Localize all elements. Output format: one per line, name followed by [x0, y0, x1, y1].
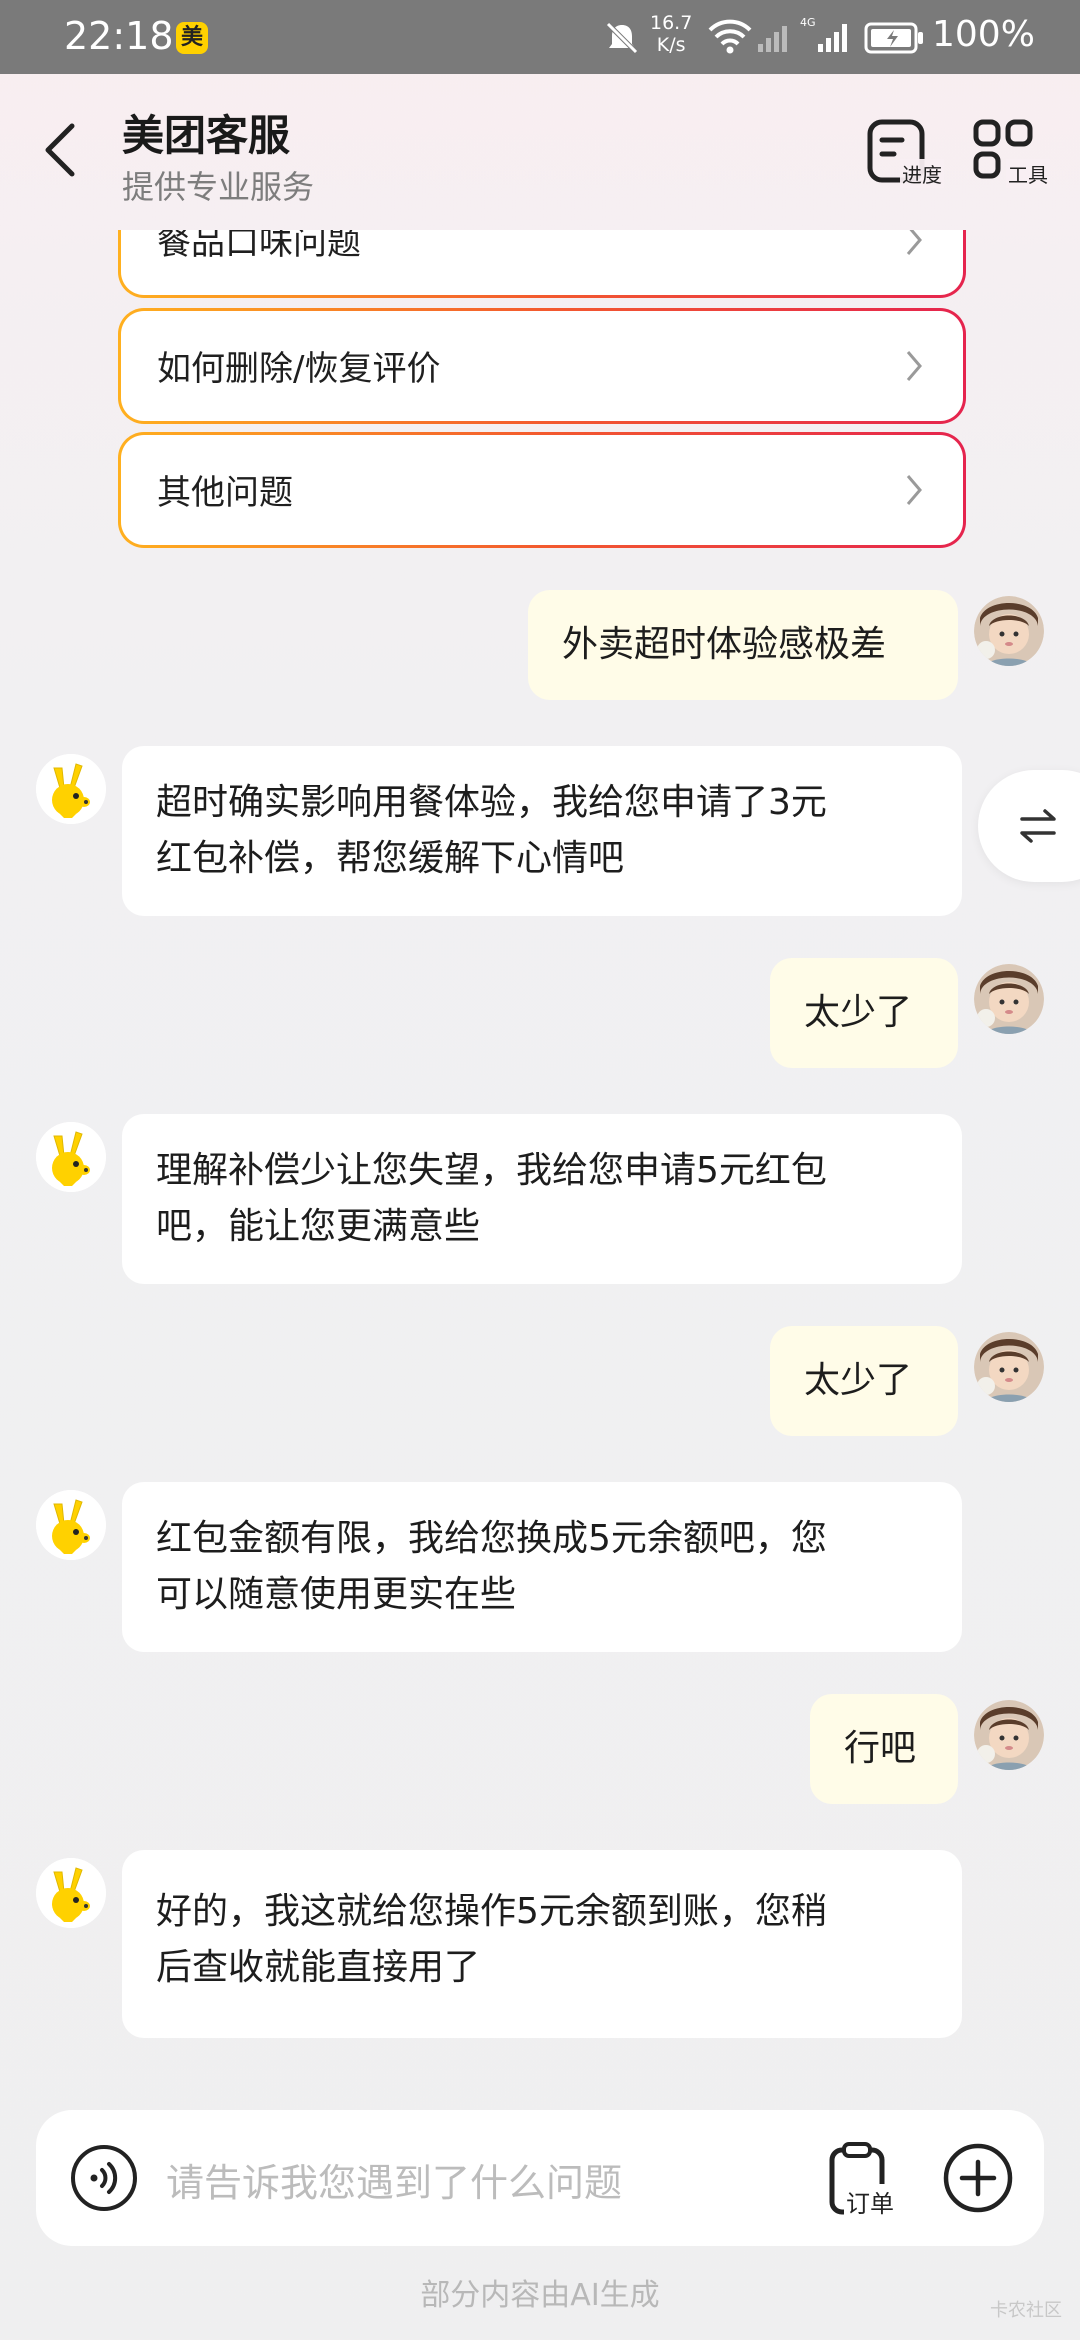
user-avatar[interactable] — [974, 964, 1044, 1034]
bot-message-bubble: 好的，我这就给您操作5元余额到账，您稍 后查收就能直接用了 — [122, 1850, 962, 2038]
mute-icon — [606, 22, 638, 54]
order-label: 订单 — [844, 2184, 896, 2219]
bot-message-bubble: 超时确实影响用餐体验，我给您申请了3元 红包补偿，帮您缓解下心情吧 — [122, 746, 962, 916]
bot-avatar — [36, 754, 106, 824]
order-button[interactable]: 订单 — [826, 2140, 906, 2220]
message-line: 理解补偿少让您失望，我给您申请5元红包 — [156, 1150, 827, 1191]
option-other-issue[interactable]: 其他问题 — [118, 432, 966, 548]
progress-button[interactable]: 进度 — [864, 118, 944, 188]
tools-button[interactable]: 工具 — [970, 118, 1050, 188]
chevron-right-icon — [906, 230, 922, 255]
status-time: 22:18 — [64, 14, 174, 58]
add-plus-icon[interactable] — [942, 2142, 1014, 2214]
message-line: 超时确实影响用餐体验，我给您申请了3元 — [156, 782, 827, 823]
user-message-bubble: 太少了 — [770, 958, 958, 1068]
message-text: 行吧 — [844, 1728, 917, 1769]
option-label: 餐品口味问题 — [157, 230, 361, 263]
signal-1-icon — [758, 26, 787, 52]
user-avatar[interactable] — [974, 1332, 1044, 1402]
bot-avatar — [36, 1490, 106, 1560]
page-subtitle: 提供专业服务 — [122, 168, 315, 206]
message-line: 红包补偿，帮您缓解下心情吧 — [156, 838, 625, 879]
progress-label: 进度 — [900, 159, 944, 188]
message-input[interactable]: 请告诉我您遇到了什么问题 — [166, 2152, 622, 2207]
user-message-bubble: 外卖超时体验感极差 — [528, 590, 958, 700]
swap-arrows-icon — [1020, 809, 1056, 843]
chevron-right-icon — [906, 475, 922, 505]
message-text: 太少了 — [804, 1360, 913, 1401]
message-line: 吧，能让您更满意些 — [156, 1206, 481, 1247]
message-line: 好的，我这就给您操作5元余额到账，您稍 — [156, 1891, 827, 1932]
signal-4g-icon: 4G — [800, 16, 847, 52]
net-speed-unit: K/s — [656, 34, 686, 56]
net-speed-value: 16.7 — [650, 12, 693, 34]
bot-message-bubble: 理解补偿少让您失望，我给您申请5元红包 吧，能让您更满意些 — [122, 1114, 962, 1284]
ai-generated-note: 部分内容由AI生成 — [420, 2278, 660, 2313]
user-message-bubble: 太少了 — [770, 1326, 958, 1436]
net-speed: 16.7 K/s — [650, 12, 692, 56]
user-avatar[interactable] — [974, 1700, 1044, 1770]
svg-text:4G: 4G — [800, 16, 816, 29]
back-arrow-icon[interactable] — [38, 120, 82, 180]
message-input-bar: 请告诉我您遇到了什么问题 订单 — [36, 2110, 1044, 2246]
bot-avatar — [36, 1858, 106, 1928]
option-delete-review[interactable]: 如何删除/恢复评价 — [118, 308, 966, 424]
battery-percent: 100% — [932, 14, 1035, 55]
message-line: 可以随意使用更实在些 — [156, 1574, 517, 1615]
option-label: 如何删除/恢复评价 — [157, 349, 441, 389]
option-label: 其他问题 — [157, 473, 293, 513]
message-text: 太少了 — [804, 992, 913, 1033]
message-text: 外卖超时体验感极差 — [562, 624, 887, 665]
faq-options-list: 餐品口味问题 如何删除/恢复评价 其他问题 — [0, 230, 1080, 560]
status-bar: 22:18 美 16.7 K/s 4G 100% — [0, 0, 1080, 74]
meituan-app-badge: 美 — [176, 22, 208, 54]
bot-message-bubble: 红包金额有限，我给您换成5元余额吧，您 可以随意使用更实在些 — [122, 1482, 962, 1652]
tools-label: 工具 — [1006, 159, 1050, 188]
option-taste-issue[interactable]: 餐品口味问题 — [118, 230, 966, 298]
message-line: 后查收就能直接用了 — [156, 1947, 481, 1988]
wifi-icon — [708, 19, 752, 54]
chevron-right-icon — [906, 351, 922, 381]
battery-icon — [864, 22, 923, 54]
switch-agent-button[interactable] — [978, 770, 1080, 882]
page-title: 美团客服 — [122, 111, 291, 160]
bot-avatar — [36, 1122, 106, 1192]
watermark: 卡农社区 — [990, 2300, 1062, 2321]
user-message-bubble: 行吧 — [810, 1694, 958, 1804]
user-avatar[interactable] — [974, 596, 1044, 666]
message-line: 红包金额有限，我给您换成5元余额吧，您 — [156, 1518, 827, 1559]
voice-input-icon[interactable] — [70, 2144, 138, 2212]
